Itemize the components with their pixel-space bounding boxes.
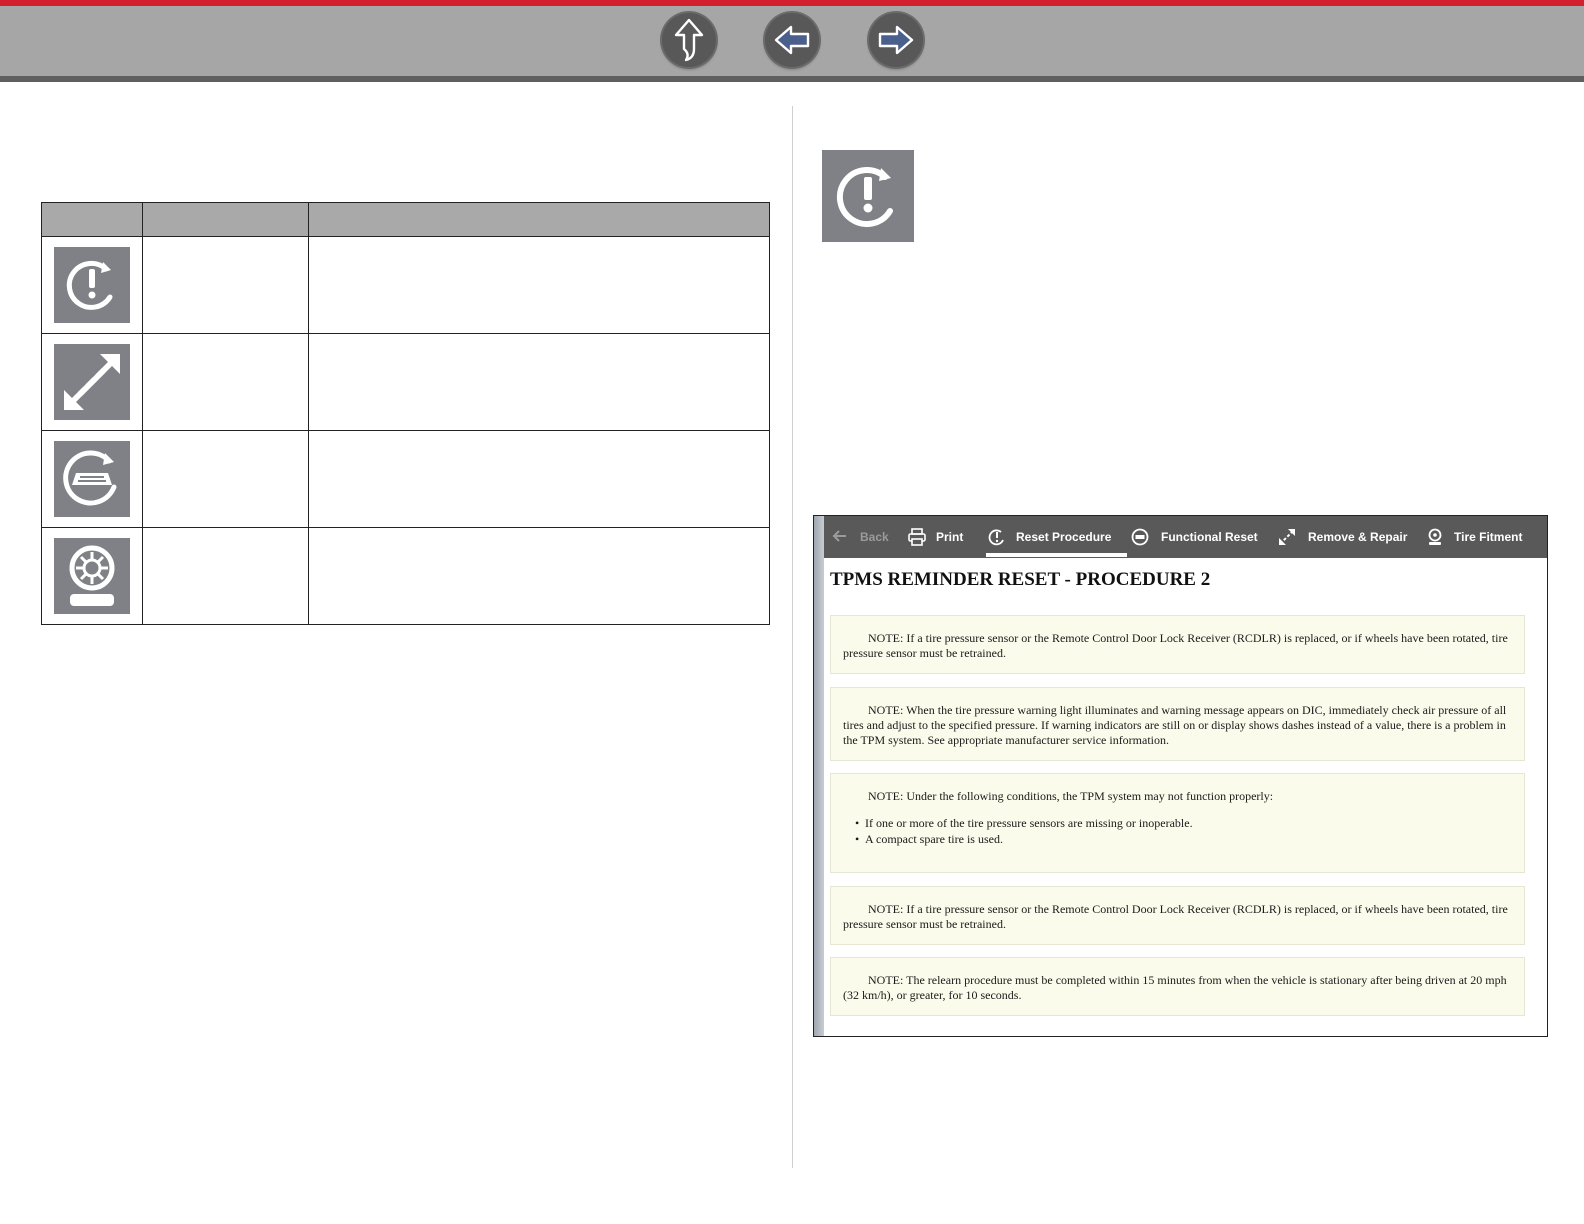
remove-repair-label: Remove & Repair <box>1308 530 1408 544</box>
column-divider <box>792 106 793 1168</box>
nav-back-button[interactable] <box>765 13 819 67</box>
note-text: NOTE: If a tire pressure sensor or the R… <box>843 902 1508 931</box>
header-description-column <box>308 202 770 237</box>
functional-reset-label: Functional Reset <box>1161 530 1258 544</box>
printer-icon <box>908 528 926 546</box>
description-cell <box>308 236 770 334</box>
name-cell <box>142 430 309 528</box>
reset-procedure-icon <box>54 247 130 323</box>
procedure-title: TPMS REMINDER RESET - PROCEDURE 2 <box>830 569 1211 590</box>
arrow-left-icon <box>774 25 810 55</box>
print-label: Print <box>936 530 964 544</box>
screenshot-side-accent <box>814 516 824 1036</box>
conditions-list: If one or more of the tire pressure sens… <box>843 816 1512 847</box>
functional-reset-icon <box>1131 528 1149 546</box>
name-cell <box>142 333 309 431</box>
list-item: A compact spare tire is used. <box>855 832 1512 847</box>
tire-fitment-label: Tire Fitment <box>1454 530 1523 544</box>
note-text: NOTE: When the tire pressure warning lig… <box>843 703 1507 747</box>
back-label: Back <box>860 530 889 544</box>
note-box: NOTE: Under the following conditions, th… <box>830 773 1525 873</box>
note-text: NOTE: Under the following conditions, th… <box>868 789 1274 803</box>
functional-reset-icon <box>54 441 130 517</box>
arrow-up-icon <box>674 18 704 62</box>
name-cell <box>142 527 309 625</box>
note-text: NOTE: If a tire pressure sensor or the R… <box>843 631 1508 660</box>
reset-procedure-screenshot: Back Print Reset Procedure Functional Re… <box>813 515 1548 1037</box>
description-cell <box>308 430 770 528</box>
list-item: If one or more of the tire pressure sens… <box>855 816 1512 831</box>
icon-cell <box>41 430 143 528</box>
reset-procedure-label: Reset Procedure <box>1016 530 1112 544</box>
name-cell <box>142 236 309 334</box>
header-name-column <box>142 202 309 237</box>
reset-procedure-icon <box>988 529 1004 546</box>
back-arrow-icon <box>832 530 846 542</box>
icon-cell <box>41 527 143 625</box>
table-header-row <box>41 202 770 237</box>
note-box: NOTE: If a tire pressure sensor or the R… <box>830 615 1525 674</box>
arrow-right-icon <box>878 25 914 55</box>
table-row <box>41 333 770 431</box>
note-box: NOTE: When the tire pressure warning lig… <box>830 687 1525 761</box>
header-icon-column <box>41 202 143 237</box>
nav-next-button[interactable] <box>869 13 923 67</box>
icon-cell <box>41 333 143 431</box>
tire-fitment-icon <box>1428 528 1442 545</box>
table-row <box>41 236 770 334</box>
description-cell <box>308 333 770 431</box>
procedure-toolbar: Back Print Reset Procedure Functional Re… <box>824 516 1547 558</box>
remove-repair-icon <box>54 344 130 420</box>
table-row <box>41 527 770 625</box>
reset-procedure-icon <box>822 150 914 242</box>
description-cell <box>308 527 770 625</box>
icon-description-table <box>41 202 770 625</box>
note-text: NOTE: The relearn procedure must be comp… <box>843 973 1507 1002</box>
nav-up-button[interactable] <box>662 13 716 67</box>
note-box: NOTE: If a tire pressure sensor or the R… <box>830 886 1525 945</box>
table-row <box>41 430 770 528</box>
icon-cell <box>41 236 143 334</box>
remove-repair-icon <box>1279 529 1295 545</box>
active-tab-indicator <box>986 553 1127 557</box>
top-navigation-bar <box>0 0 1584 82</box>
note-box: NOTE: The relearn procedure must be comp… <box>830 957 1525 1016</box>
tire-fitment-icon <box>54 538 130 614</box>
